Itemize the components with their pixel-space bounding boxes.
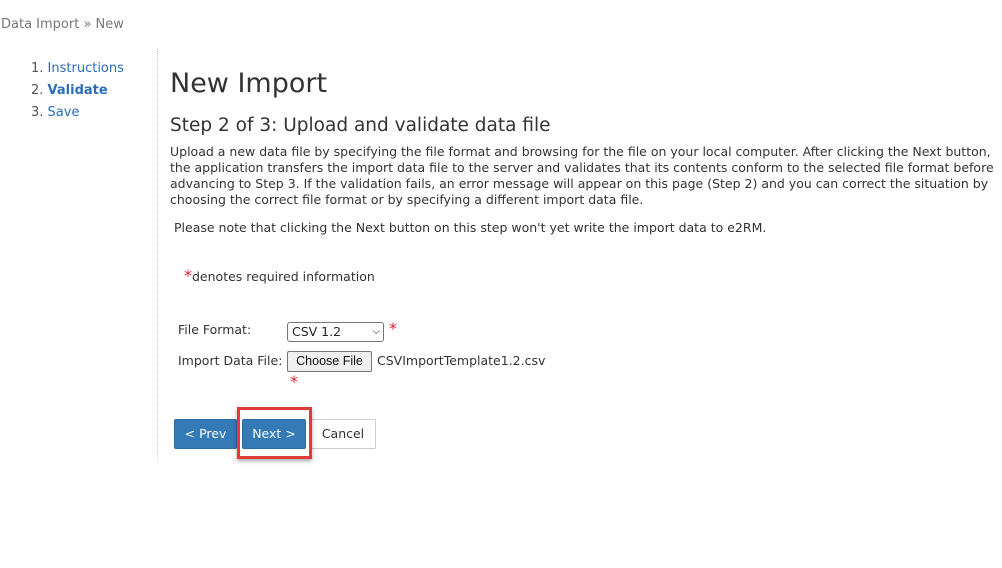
required-star-icon: * [290,372,298,391]
file-format-value: CSV 1.2 [292,324,342,339]
file-format-select[interactable]: CSV 1.2 ⌵ [287,322,384,342]
chevron-down-icon: ⌵ [372,326,380,337]
prev-button[interactable]: < Prev [174,419,237,449]
next-button-highlight [237,407,312,459]
step-number: 1. [31,61,44,76]
step-validate: 2. Validate [31,80,124,102]
step-note: Please note that clicking the Next butto… [174,220,767,235]
wizard-steps: 1. Instructions 2. Validate 3. Save [31,58,124,124]
step-description: Upload a new data file by specifying the… [170,144,994,207]
vertical-divider [157,48,158,460]
required-info-text: denotes required information [192,269,375,284]
file-format-label: File Format: [178,322,252,337]
required-star-icon: * [184,266,192,285]
required-info: *denotes required information [184,266,375,285]
step-number: 3. [31,105,44,120]
cancel-button[interactable]: Cancel [310,419,376,449]
import-file-label: Import Data File: [178,353,283,368]
step-link-validate[interactable]: Validate [48,83,108,98]
main-content: New Import Step 2 of 3: Upload and valid… [170,64,995,236]
required-star-icon: * [389,319,397,338]
step-save: 3. Save [31,102,124,124]
step-link-save[interactable]: Save [48,105,80,120]
choose-file-button[interactable]: Choose File [287,351,372,372]
step-link-instructions[interactable]: Instructions [48,61,124,76]
step-title: Step 2 of 3: Upload and validate data fi… [170,115,551,136]
selected-file-name: CSVImportTemplate1.2.csv [377,353,546,368]
step-instructions: 1. Instructions [31,58,124,80]
step-number: 2. [31,83,44,98]
page-title: New Import [170,68,328,99]
breadcrumb: Data Import » New [1,17,124,32]
